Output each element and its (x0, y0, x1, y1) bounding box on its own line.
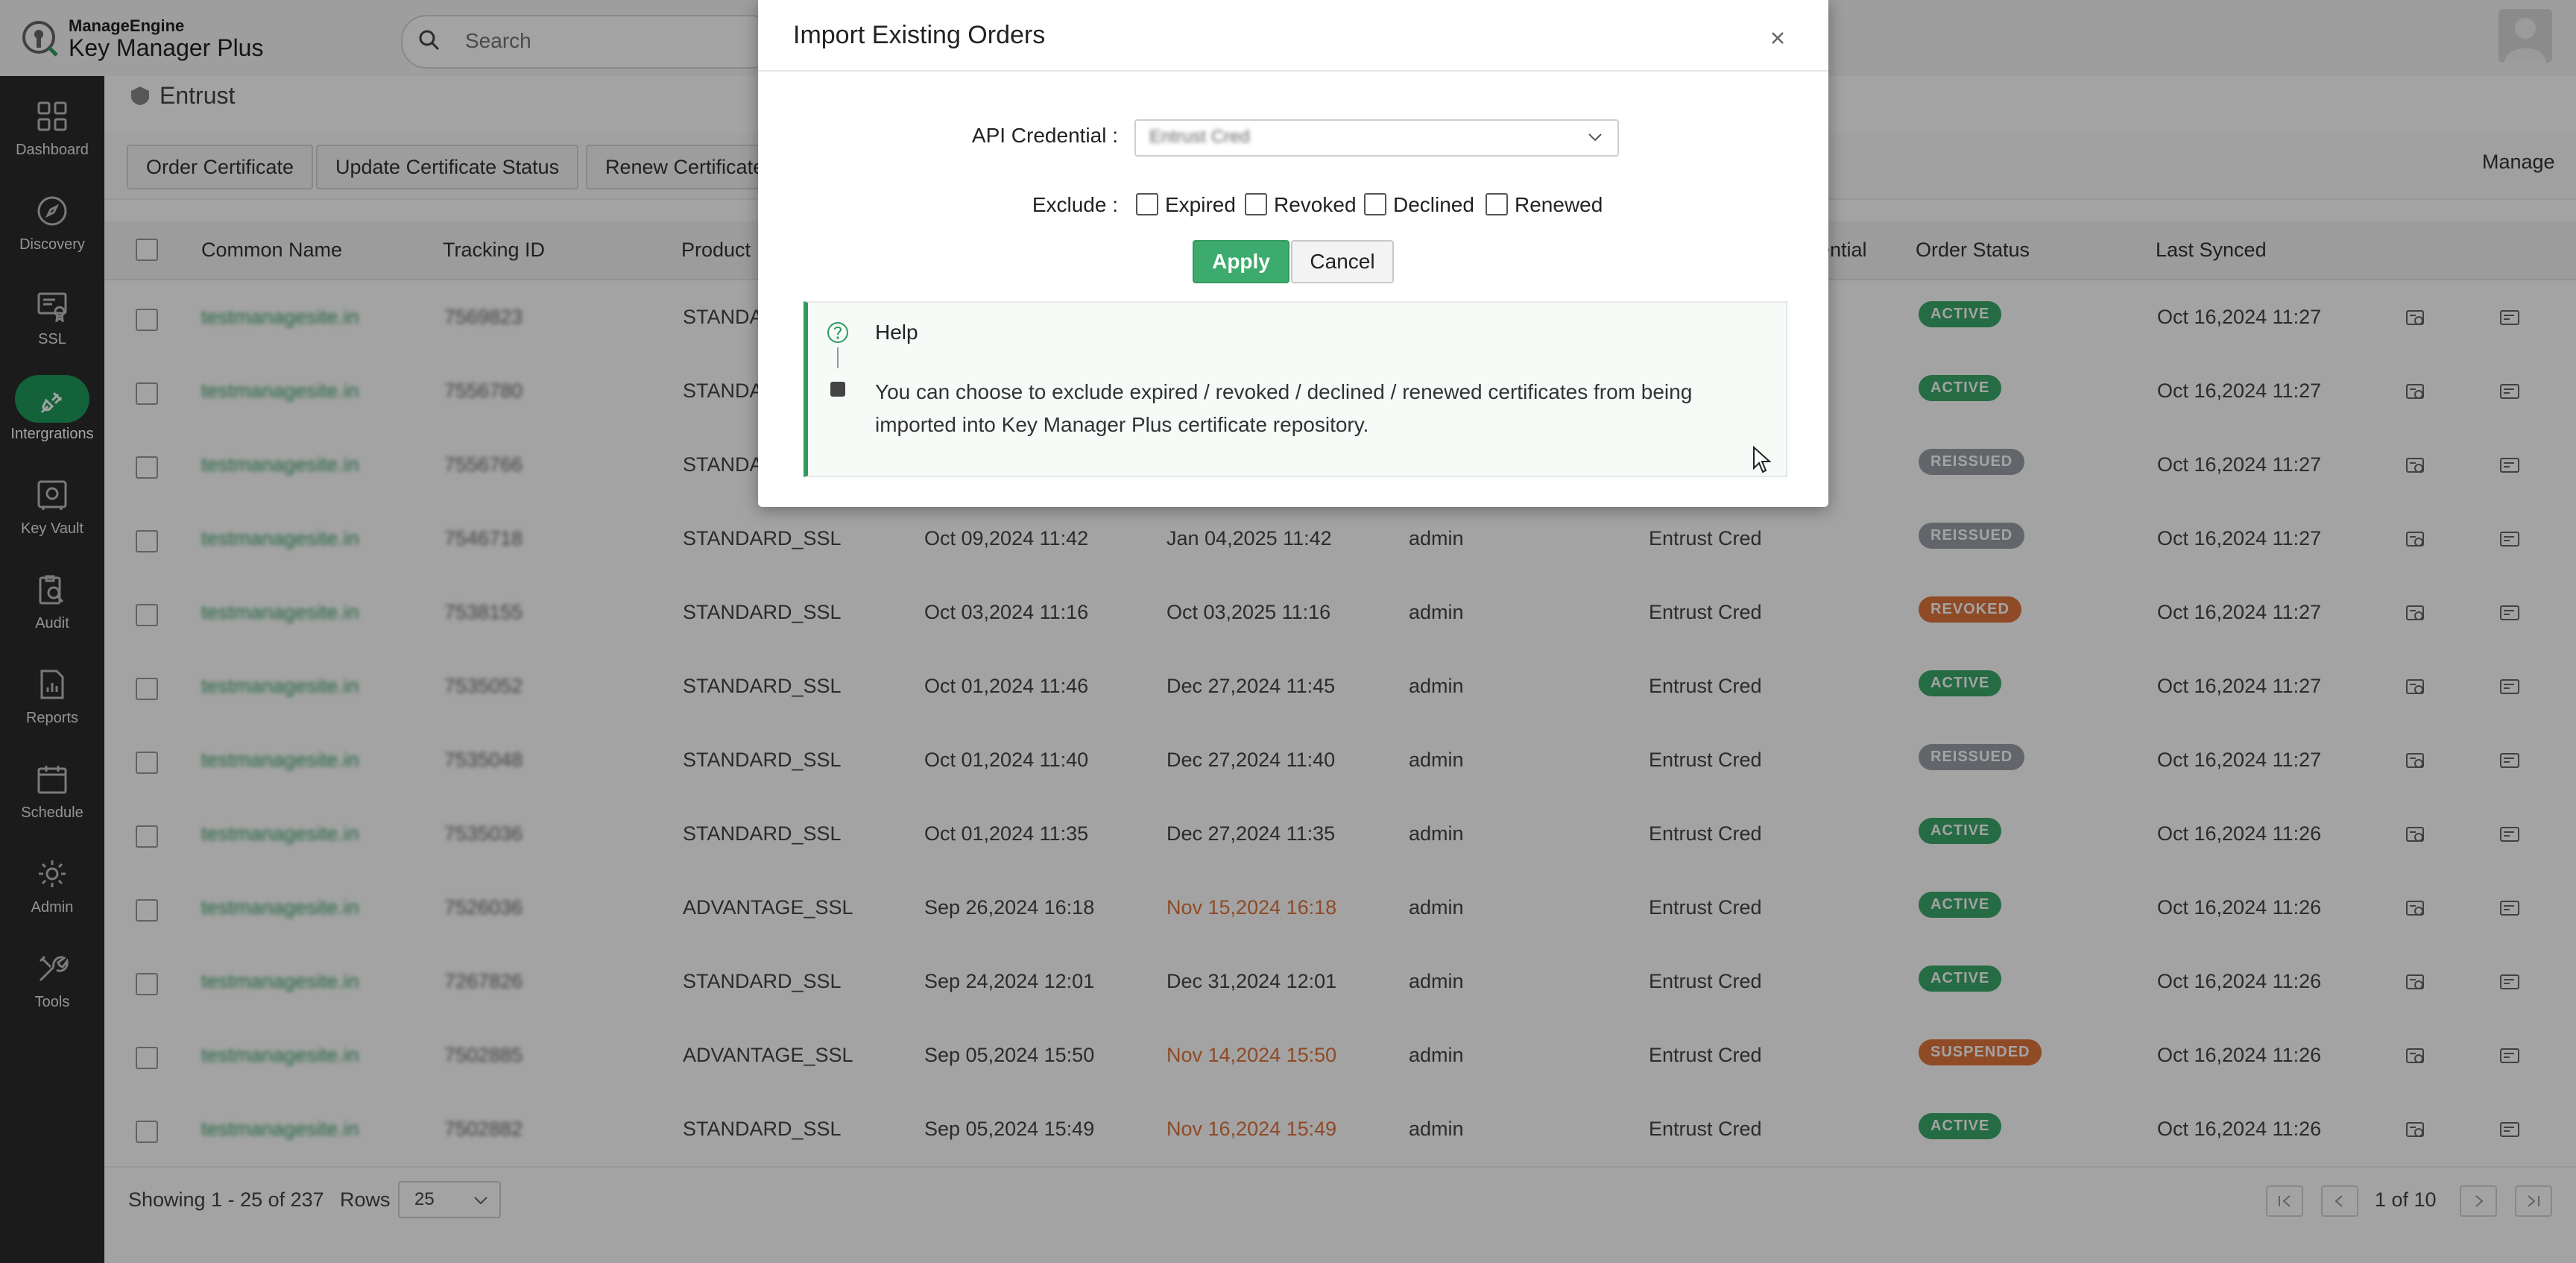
chevron-down-icon (1588, 133, 1602, 142)
exclude-expired-checkbox[interactable] (1136, 193, 1158, 215)
exclude-expired-label[interactable]: Expired (1165, 193, 1236, 217)
help-bullet (830, 382, 845, 397)
exclude-revoked-checkbox[interactable] (1245, 193, 1267, 215)
apply-button[interactable]: Apply (1193, 240, 1289, 283)
exclude-revoked-label[interactable]: Revoked (1274, 193, 1357, 217)
api-credential-value: Entrust Cred (1149, 127, 1250, 147)
close-icon[interactable] (1765, 25, 1790, 51)
exclude-label: Exclude : (1032, 193, 1118, 216)
dialog-title: Import Existing Orders (793, 21, 1046, 49)
exclude-declined-checkbox[interactable] (1364, 193, 1386, 215)
api-credential-label: API Credential : (971, 124, 1118, 147)
help-icon (827, 322, 848, 343)
exclude-declined-label[interactable]: Declined (1393, 193, 1474, 217)
help-text: You can choose to exclude expired / revo… (875, 380, 1693, 436)
exclude-renewed-checkbox[interactable] (1486, 193, 1508, 215)
cancel-button[interactable]: Cancel (1291, 240, 1394, 283)
help-connector (837, 347, 839, 368)
exclude-renewed-label[interactable]: Renewed (1515, 193, 1603, 217)
help-title: Help (875, 321, 918, 344)
mouse-cursor-icon (1753, 446, 1772, 473)
